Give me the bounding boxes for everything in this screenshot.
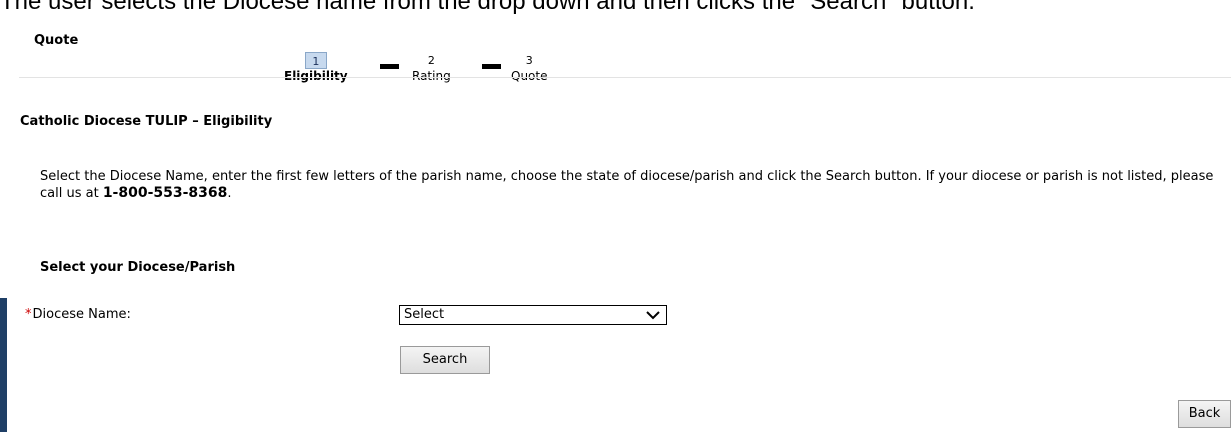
diocese-select-value: Select xyxy=(404,307,445,322)
step-quote: 3 Quote xyxy=(511,52,547,83)
chevron-down-icon xyxy=(646,311,660,320)
diocese-name-label: *Diocese Name: xyxy=(25,307,131,322)
section-title: Catholic Diocese TULIP – Eligibility xyxy=(20,114,273,129)
step-number: 3 xyxy=(525,54,533,67)
step-label: Quote xyxy=(511,69,548,83)
step-eligibility: 1 Eligibility xyxy=(284,52,348,83)
diocese-name-select[interactable]: Select xyxy=(399,305,667,325)
header-divider xyxy=(19,77,1231,78)
back-button[interactable]: Back xyxy=(1178,400,1231,428)
diocese-name-label-text: Diocese Name: xyxy=(32,307,131,322)
left-accent-bar xyxy=(0,298,7,432)
instruction-caption: The user selects the Diocese name from t… xyxy=(0,0,975,15)
instructions-text: Select the Diocese Name, enter the first… xyxy=(40,168,1225,202)
step-connector xyxy=(482,64,501,69)
step-label: Eligibility xyxy=(284,69,348,83)
step-rating: 2 Rating xyxy=(412,52,451,83)
step-connector xyxy=(380,64,399,69)
step-number: 1 xyxy=(304,52,327,69)
required-marker: * xyxy=(25,307,32,322)
step-number: 2 xyxy=(427,54,435,67)
search-button[interactable]: Search xyxy=(400,346,490,374)
page-title: Quote xyxy=(34,33,79,48)
instructions-end: . xyxy=(227,186,232,201)
subsection-title: Select your Diocese/Parish xyxy=(40,260,236,275)
step-label: Rating xyxy=(412,69,451,83)
phone-number: 1-800-553-8368 xyxy=(102,185,228,201)
